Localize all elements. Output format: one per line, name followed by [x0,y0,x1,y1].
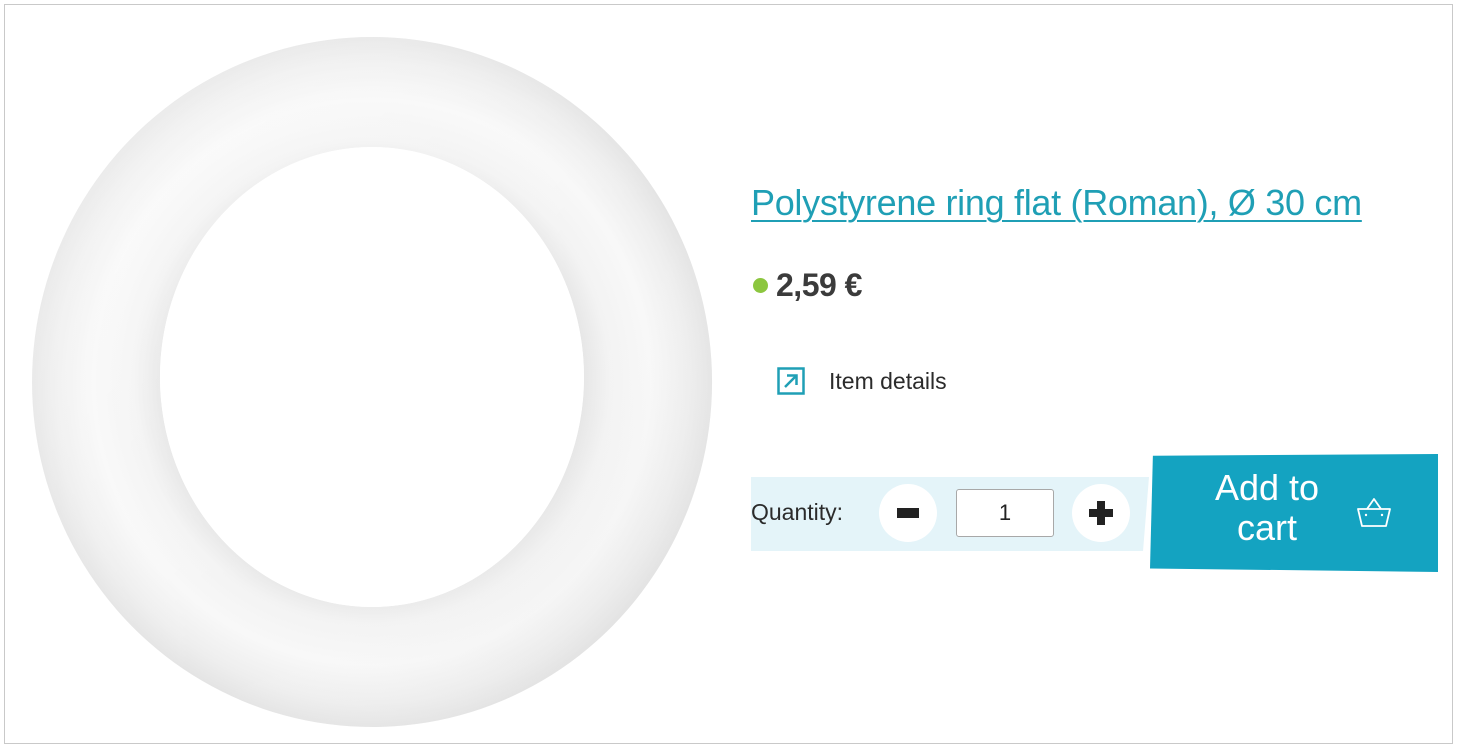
polystyrene-ring-image [32,37,713,727]
increase-quantity-button[interactable] [1072,484,1130,542]
product-price: 2,59 € [776,267,862,303]
price-row: 2,59 € [753,267,862,304]
quantity-label: Quantity: [751,499,844,525]
decrease-quantity-button[interactable] [879,484,937,542]
add-to-cart-label-line1: Add to [1214,467,1320,508]
item-details-link[interactable]: Item details [777,367,947,395]
product-image[interactable] [27,27,717,734]
product-card: Polystyrene ring flat (Roman), Ø 30 cm 2… [4,4,1453,744]
availability-dot-icon [753,278,768,293]
add-to-cart-label: Add to cart [1202,468,1332,548]
add-to-cart-button[interactable]: Add to cart [1150,454,1438,572]
minus-icon [897,508,919,518]
item-details-label: Item details [829,367,947,394]
add-to-cart-label-line2: cart [1236,507,1297,548]
plus-icon [1089,501,1113,525]
quantity-input[interactable] [956,489,1054,537]
basket-icon [1355,494,1393,532]
external-arrow-icon [777,367,805,395]
product-title-link[interactable]: Polystyrene ring flat (Roman), Ø 30 cm [751,181,1362,225]
